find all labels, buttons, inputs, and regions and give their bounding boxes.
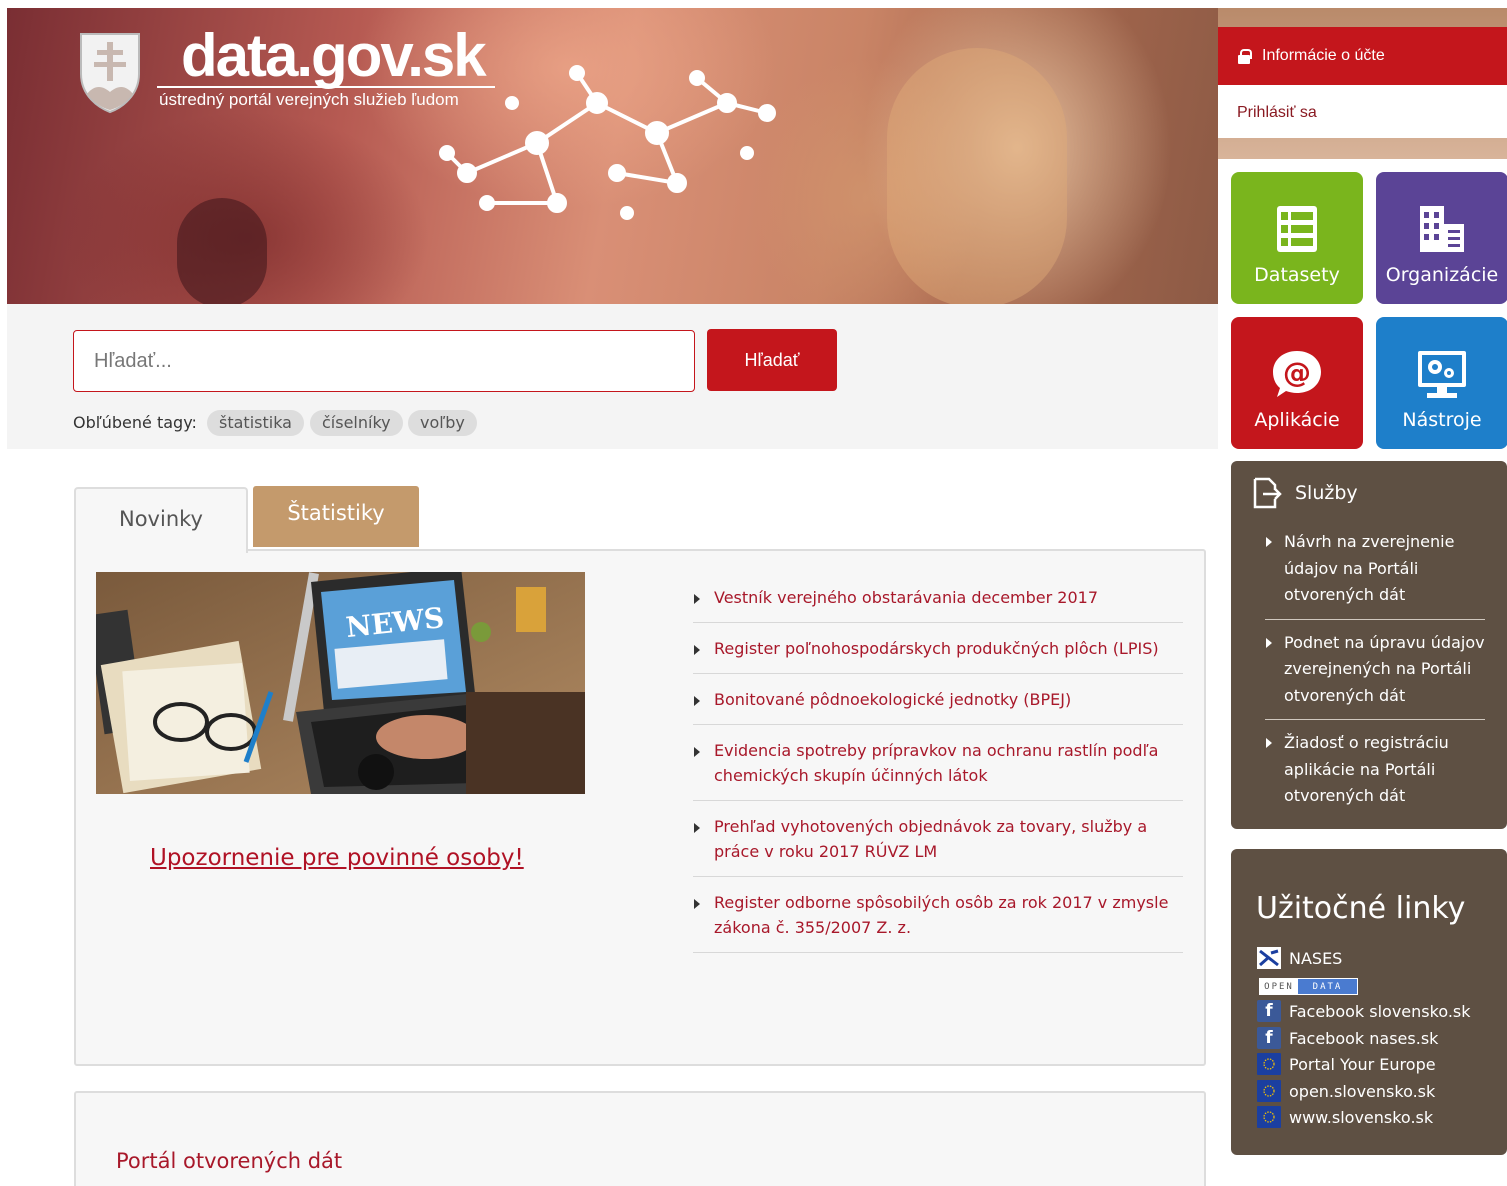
tile-tools[interactable]: Nástroje [1376, 317, 1507, 449]
tile-applications[interactable]: @ Aplikácie [1231, 317, 1363, 449]
news-item[interactable]: Vestník verejného obstarávania december … [693, 572, 1183, 623]
account-info-header: Informácie o účte [1218, 27, 1507, 85]
login-link[interactable]: Prihlásiť sa [1218, 85, 1507, 138]
tag-statistika[interactable]: štatistika [207, 410, 304, 436]
caret-right-icon [694, 747, 700, 757]
news-list: Vestník verejného obstarávania december … [693, 572, 1183, 953]
site-tagline: ústredný portál verejných služieb ľudom [159, 90, 459, 109]
link-label[interactable]: Facebook nases.sk [1289, 1029, 1438, 1048]
tile-tools-label: Nástroje [1402, 409, 1482, 431]
hero-background-figure [887, 48, 1067, 304]
link-open-slovensko[interactable]: open.slovensko.sk [1257, 1079, 1435, 1103]
link-portal-your-europe[interactable]: Portal Your Europe [1257, 1052, 1436, 1076]
services-list: Návrh na zverejnenie údajov na Portáli o… [1265, 529, 1485, 830]
search-button[interactable]: Hľadať [707, 329, 837, 391]
news-item-title[interactable]: Bonitované pôdnoekologické jednotky (BPE… [714, 690, 1071, 709]
link-label[interactable]: Portal Your Europe [1289, 1055, 1436, 1074]
facebook-icon: f [1257, 1027, 1281, 1049]
eu-flag-icon [1257, 1106, 1281, 1128]
account-info-label: Informácie o účte [1262, 47, 1385, 64]
tab-statistics[interactable]: Štatistiky [253, 486, 419, 547]
useful-links-title: Užitočné linky [1256, 891, 1466, 926]
link-label[interactable]: www.slovensko.sk [1289, 1108, 1433, 1127]
services-item-label[interactable]: Návrh na zverejnenie údajov na Portáli o… [1284, 532, 1454, 604]
portal-title: Portál otvorených dát [116, 1149, 343, 1173]
news-item-title[interactable]: Register odborne spôsobilých osôb za rok… [714, 893, 1168, 937]
svg-text:@: @ [1283, 356, 1311, 389]
link-label[interactable]: open.slovensko.sk [1289, 1082, 1435, 1101]
hero-background-figure [177, 198, 267, 304]
tag-volby[interactable]: voľby [408, 410, 477, 436]
news-item[interactable]: Register odborne spôsobilých osôb za rok… [693, 877, 1183, 953]
document-export-icon [1253, 477, 1282, 509]
tile-applications-label: Aplikácie [1254, 409, 1340, 431]
monitor-gears-icon [1418, 351, 1466, 398]
nases-icon [1257, 947, 1281, 969]
open-data-badge-left: OPEN [1260, 979, 1298, 994]
tab-news[interactable]: Novinky [74, 487, 248, 553]
services-item-label[interactable]: Žiadosť o registráciu aplikácie na Portá… [1284, 733, 1449, 805]
popular-tags-label: Obľúbené tagy: [73, 413, 197, 432]
caret-right-icon [1266, 738, 1272, 748]
news-image[interactable]: NEWS [96, 572, 585, 794]
tile-datasets[interactable]: Datasety [1231, 172, 1363, 304]
link-www-slovensko[interactable]: www.slovensko.sk [1257, 1105, 1433, 1129]
caret-right-icon [694, 594, 700, 604]
services-header: Služby [1251, 477, 1358, 509]
news-item-title[interactable]: Prehľad vyhotovených objednávok za tovar… [714, 817, 1147, 861]
hero-banner: data.gov.sk ústredný portál verejných sl… [7, 8, 1218, 304]
news-laptop-illustration: NEWS [96, 572, 585, 794]
link-nases[interactable]: NASES [1257, 946, 1342, 970]
building-icon [1420, 206, 1464, 252]
dataset-icon [1277, 206, 1317, 252]
warning-link[interactable]: Upozornenie pre povinné osoby! [150, 845, 524, 871]
caret-right-icon [694, 696, 700, 706]
services-panel: Služby Návrh na zverejnenie údajov na Po… [1231, 461, 1507, 829]
link-label[interactable]: NASES [1289, 949, 1342, 968]
news-item[interactable]: Bonitované pôdnoekologické jednotky (BPE… [693, 674, 1183, 725]
tile-datasets-label: Datasety [1254, 264, 1340, 286]
services-item[interactable]: Podnet na úpravu údajov zverejnených na … [1265, 630, 1485, 720]
tag-ciselniky[interactable]: číselníky [310, 410, 403, 436]
news-item-title[interactable]: Evidencia spotreby prípravkov na ochranu… [714, 741, 1158, 785]
at-sign-icon: @ [1273, 351, 1321, 397]
link-facebook-nases[interactable]: f Facebook nases.sk [1257, 1026, 1438, 1050]
search-input[interactable] [73, 330, 695, 392]
open-data-badge[interactable]: OPEN DATA [1259, 978, 1358, 995]
news-item-title[interactable]: Vestník verejného obstarávania december … [714, 588, 1098, 607]
services-title: Služby [1295, 482, 1358, 504]
link-facebook-slovensko[interactable]: f Facebook slovensko.sk [1257, 999, 1471, 1023]
open-data-badge-right: DATA [1298, 979, 1357, 994]
caret-right-icon [694, 823, 700, 833]
facebook-icon: f [1257, 1000, 1281, 1022]
caret-right-icon [1266, 537, 1272, 547]
link-label[interactable]: Facebook slovensko.sk [1289, 1002, 1471, 1021]
services-item[interactable]: Žiadosť o registráciu aplikácie na Portá… [1265, 730, 1485, 820]
tile-organizations[interactable]: Organizácie [1376, 172, 1507, 304]
services-item-label[interactable]: Podnet na úpravu údajov zverejnených na … [1284, 633, 1485, 705]
news-item-title[interactable]: Register poľnohospodárskych produkčných … [714, 639, 1159, 658]
caret-right-icon [1266, 637, 1272, 648]
news-item[interactable]: Prehľad vyhotovených objednávok za tovar… [693, 801, 1183, 877]
news-item[interactable]: Evidencia spotreby prípravkov na ochranu… [693, 725, 1183, 801]
eu-flag-icon [1257, 1053, 1281, 1075]
molecule-decoration-icon [439, 65, 776, 220]
news-item[interactable]: Register poľnohospodárskych produkčných … [693, 623, 1183, 674]
caret-right-icon [694, 899, 700, 909]
slovak-crest-icon[interactable] [77, 30, 143, 114]
services-item[interactable]: Návrh na zverejnenie údajov na Portáli o… [1265, 529, 1485, 620]
caret-right-icon [694, 645, 700, 655]
eu-flag-icon [1257, 1080, 1281, 1102]
lock-icon [1238, 49, 1252, 64]
tile-organizations-label: Organizácie [1385, 264, 1499, 286]
